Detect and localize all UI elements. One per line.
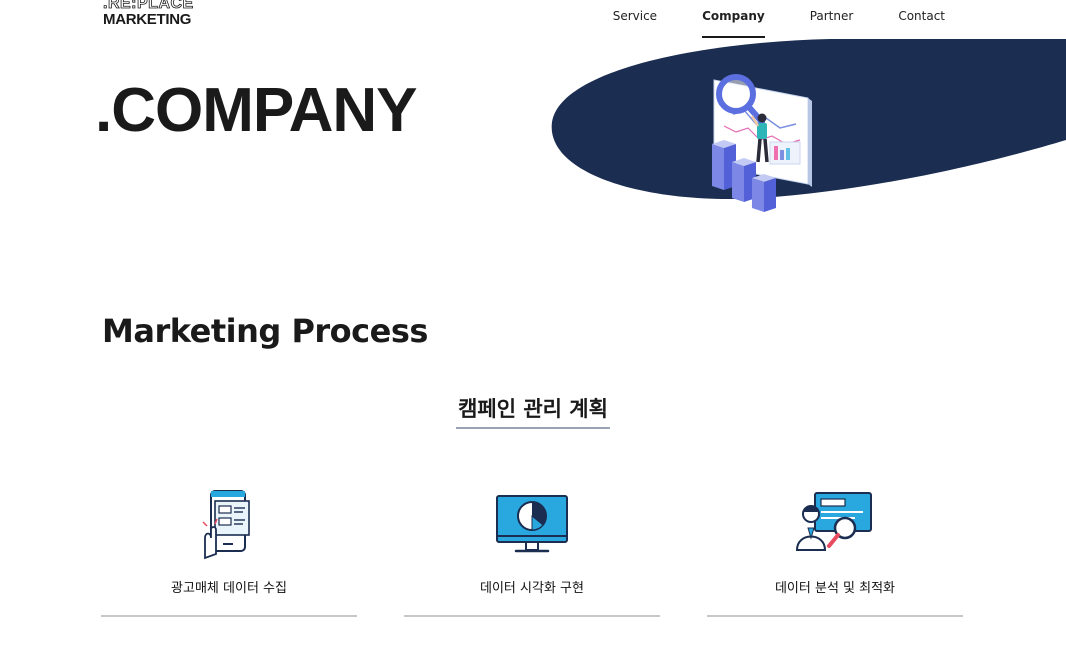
logo-bottom-text: MARKETING	[103, 11, 192, 28]
hero-title: .COMPANY	[95, 76, 418, 145]
nav-item-service[interactable]: Service	[613, 0, 657, 38]
data-analysis-illustration	[712, 74, 812, 212]
monitor-pie-chart-icon	[496, 495, 568, 553]
analyst-magnifier-icon	[795, 492, 872, 551]
subsection-title: 캠페인 관리 계획	[456, 393, 610, 429]
section-title: Marketing Process	[102, 312, 428, 350]
main-nav: Service Company Partner Contact	[613, 0, 945, 38]
process-card-label: 데이터 시각화 구현	[480, 581, 584, 596]
process-card-label: 광고매체 데이터 수집	[171, 581, 287, 596]
process-card-data-analysis[interactable]: 데이터 분석 및 최적화	[707, 480, 963, 617]
page: .RE:PLACE MARKETING Service Company Part…	[0, 0, 1066, 663]
nav-item-company[interactable]: Company	[702, 0, 765, 38]
logo-top-text: .RE:PLACE	[103, 0, 194, 10]
subsection-heading: 캠페인 관리 계획	[0, 393, 1066, 429]
process-card-data-visualization[interactable]: 데이터 시각화 구현	[404, 480, 660, 617]
nav-item-contact[interactable]: Contact	[898, 0, 945, 38]
nav-item-partner[interactable]: Partner	[810, 0, 854, 38]
process-card-data-collection[interactable]: 광고매체 데이터 수집	[101, 480, 357, 617]
brand-logo[interactable]: .RE:PLACE MARKETING	[103, 0, 194, 27]
process-card-label: 데이터 분석 및 최적화	[774, 581, 896, 596]
mobile-data-icon	[202, 490, 250, 560]
process-cards: 광고매체 데이터 수집 데이터 시각화 구현 데이터 분석 및 최적화	[101, 480, 963, 620]
